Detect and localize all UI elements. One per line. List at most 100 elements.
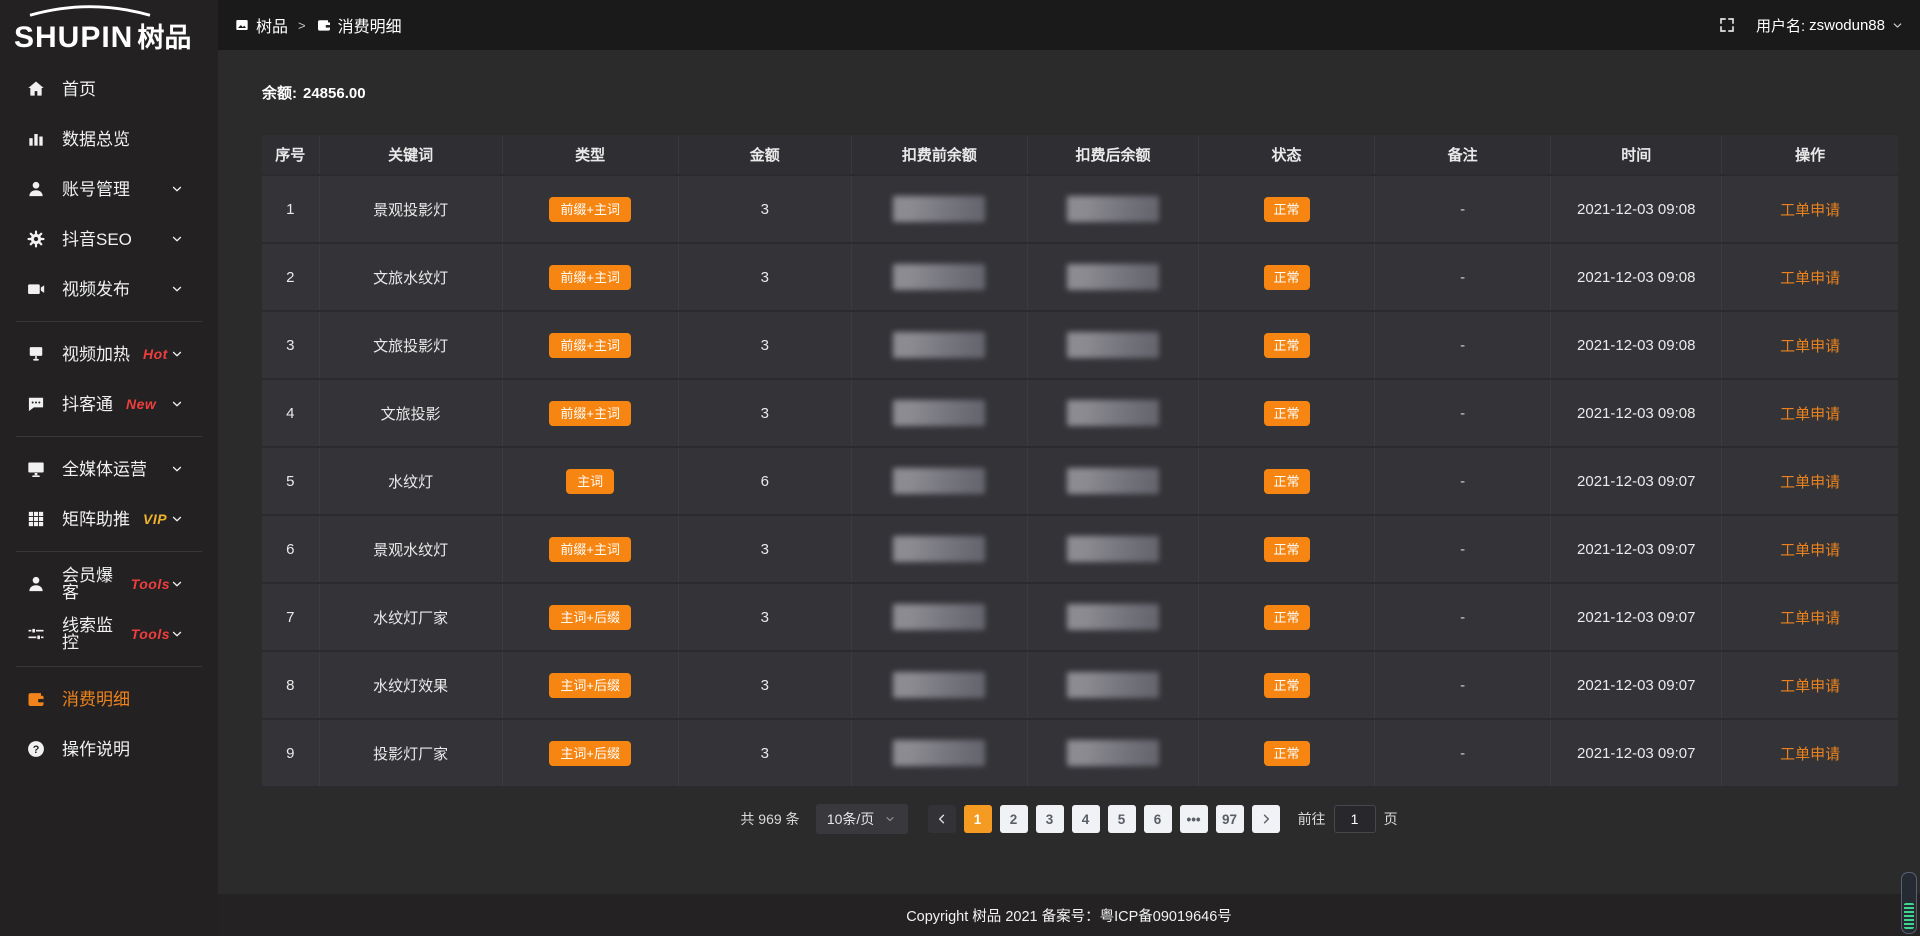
page-button-5[interactable]: 5 bbox=[1108, 805, 1136, 833]
page-button-1[interactable]: 1 bbox=[964, 805, 992, 833]
sidebar-item-consume-detail[interactable]: 消费明细 bbox=[0, 674, 218, 724]
column-header-4: 扣费前余额 bbox=[851, 135, 1027, 175]
fullscreen-icon[interactable] bbox=[1718, 16, 1736, 34]
cell-keyword: 水纹灯厂家 bbox=[319, 583, 502, 651]
side-float-widget[interactable] bbox=[1901, 872, 1917, 934]
page-size-select[interactable]: 10条/页 bbox=[816, 804, 908, 834]
cell-time: 2021-12-03 09:08 bbox=[1551, 175, 1722, 243]
status-badge: 正常 bbox=[1264, 469, 1310, 494]
redacted-balance bbox=[893, 400, 985, 426]
copyright-text: Copyright 树品 2021 备案号：粤ICP备09019646号 bbox=[906, 905, 1232, 926]
work-order-link[interactable]: 工单申请 bbox=[1780, 270, 1840, 287]
sidebar-item-data-overview[interactable]: 数据总览 bbox=[0, 114, 218, 164]
cell-action: 工单申请 bbox=[1722, 719, 1898, 787]
page-size-value: 10条/页 bbox=[827, 809, 874, 829]
cell-time: 2021-12-03 09:08 bbox=[1551, 379, 1722, 447]
cell-action: 工单申请 bbox=[1722, 651, 1898, 719]
sliders-icon bbox=[26, 624, 46, 644]
logo-suffix: 树品 bbox=[137, 23, 191, 53]
cell-status: 正常 bbox=[1199, 243, 1375, 311]
breadcrumb-item-consume-detail[interactable]: 消费明细 bbox=[316, 13, 402, 37]
cell-balance-before bbox=[851, 447, 1027, 515]
user-label: 用户名: bbox=[1756, 15, 1805, 36]
sidebar-item-clue-monitor[interactable]: 线索监控 Tools bbox=[0, 609, 218, 659]
work-order-link[interactable]: 工单申请 bbox=[1780, 542, 1840, 559]
sidebar-item-douketong[interactable]: 抖客通 New bbox=[0, 379, 218, 429]
username: zswodun88 bbox=[1809, 17, 1885, 34]
cell-keyword: 景观水纹灯 bbox=[319, 515, 502, 583]
work-order-link[interactable]: 工单申请 bbox=[1780, 474, 1840, 491]
page-ellipsis-button[interactable]: ••• bbox=[1180, 805, 1208, 833]
work-order-link[interactable]: 工单申请 bbox=[1780, 678, 1840, 695]
breadcrumb-item-shupin[interactable]: 树品 bbox=[234, 13, 288, 37]
sidebar-item-label: 抖音SEO bbox=[62, 231, 132, 248]
goto-label: 前往 bbox=[1298, 809, 1326, 829]
cell-time: 2021-12-03 09:07 bbox=[1551, 583, 1722, 651]
table-row: 3 文旅投影灯 前缀+主词 3 正常 - 2021-12-03 09:08 工单… bbox=[262, 311, 1898, 379]
sidebar-divider bbox=[16, 551, 202, 552]
work-order-link[interactable]: 工单申请 bbox=[1780, 202, 1840, 219]
note-value: - bbox=[1460, 405, 1465, 422]
table-row: 1 景观投影灯 前缀+主词 3 正常 - 2021-12-03 09:08 工单… bbox=[262, 175, 1898, 243]
work-order-link[interactable]: 工单申请 bbox=[1780, 338, 1840, 355]
work-order-link[interactable]: 工单申请 bbox=[1780, 610, 1840, 627]
note-value: - bbox=[1460, 201, 1465, 218]
goto-page-input[interactable] bbox=[1334, 805, 1376, 833]
cell-keyword: 文旅投影 bbox=[319, 379, 502, 447]
work-order-link[interactable]: 工单申请 bbox=[1780, 746, 1840, 763]
page-button-6[interactable]: 6 bbox=[1144, 805, 1172, 833]
footer: Copyright 树品 2021 备案号：粤ICP备09019646号 bbox=[218, 894, 1920, 936]
app-logo[interactable]: SHUPIN树品 bbox=[0, 0, 218, 54]
page-button-2[interactable]: 2 bbox=[1000, 805, 1028, 833]
type-badge: 主词 bbox=[566, 469, 614, 494]
note-value: - bbox=[1460, 337, 1465, 354]
cell-balance-before bbox=[851, 311, 1027, 379]
sidebar-item-member-baoke[interactable]: 会员爆客 Tools bbox=[0, 559, 218, 609]
type-badge: 前缀+主词 bbox=[549, 265, 631, 290]
cell-index: 8 bbox=[262, 651, 319, 719]
sidebar-item-video-heat[interactable]: 视频加热 Hot bbox=[0, 329, 218, 379]
prev-page-button[interactable] bbox=[928, 805, 956, 833]
sidebar-item-video-publish[interactable]: 视频发布 bbox=[0, 264, 218, 314]
cell-status: 正常 bbox=[1199, 175, 1375, 243]
page-button-3[interactable]: 3 bbox=[1036, 805, 1064, 833]
cell-status: 正常 bbox=[1199, 515, 1375, 583]
sidebar-item-home[interactable]: 首页 bbox=[0, 64, 218, 114]
user-menu[interactable]: 用户名: zswodun88 bbox=[1756, 15, 1904, 36]
breadcrumb: 树品 > 消费明细 bbox=[234, 13, 402, 37]
sidebar-item-badge: VIP bbox=[143, 511, 167, 527]
float-widget-stripes bbox=[1904, 903, 1914, 929]
video-icon bbox=[26, 279, 46, 299]
chevron-down-icon bbox=[170, 182, 184, 196]
sidebar-item-help[interactable]: ? 操作说明 bbox=[0, 724, 218, 774]
page-button-97[interactable]: 97 bbox=[1216, 805, 1244, 833]
status-badge: 正常 bbox=[1264, 197, 1310, 222]
wallet-icon bbox=[316, 17, 332, 33]
sidebar-item-label: 会员爆客 bbox=[62, 567, 118, 601]
cell-time: 2021-12-03 09:07 bbox=[1551, 719, 1722, 787]
balance-value: 24856.00 bbox=[303, 85, 366, 102]
sidebar-item-douyin-seo[interactable]: 抖音SEO bbox=[0, 214, 218, 264]
redacted-balance bbox=[893, 536, 985, 562]
work-order-link[interactable]: 工单申请 bbox=[1780, 406, 1840, 423]
sidebar-item-matrix-boost[interactable]: 矩阵助推 VIP bbox=[0, 494, 218, 544]
cell-balance-after bbox=[1027, 311, 1198, 379]
page-button-4[interactable]: 4 bbox=[1072, 805, 1100, 833]
sidebar-item-account[interactable]: 账号管理 bbox=[0, 164, 218, 214]
chevron-down-icon bbox=[884, 813, 896, 825]
chevron-down-icon bbox=[170, 282, 184, 296]
next-page-button[interactable] bbox=[1252, 805, 1280, 833]
redacted-balance bbox=[1067, 196, 1159, 222]
cell-keyword: 景观投影灯 bbox=[319, 175, 502, 243]
chart-bar-icon bbox=[26, 129, 46, 149]
sidebar-item-label: 抖客通 bbox=[62, 396, 113, 413]
status-badge: 正常 bbox=[1264, 333, 1310, 358]
sidebar-item-badge: New bbox=[126, 396, 156, 412]
status-badge: 正常 bbox=[1264, 401, 1310, 426]
sidebar-item-media-operation[interactable]: 全媒体运营 bbox=[0, 444, 218, 494]
table-row: 4 文旅投影 前缀+主词 3 正常 - 2021-12-03 09:08 工单申… bbox=[262, 379, 1898, 447]
sidebar-item-label: 操作说明 bbox=[62, 741, 130, 758]
cell-index: 3 bbox=[262, 311, 319, 379]
cell-note: - bbox=[1375, 243, 1551, 311]
redacted-balance bbox=[893, 672, 985, 698]
